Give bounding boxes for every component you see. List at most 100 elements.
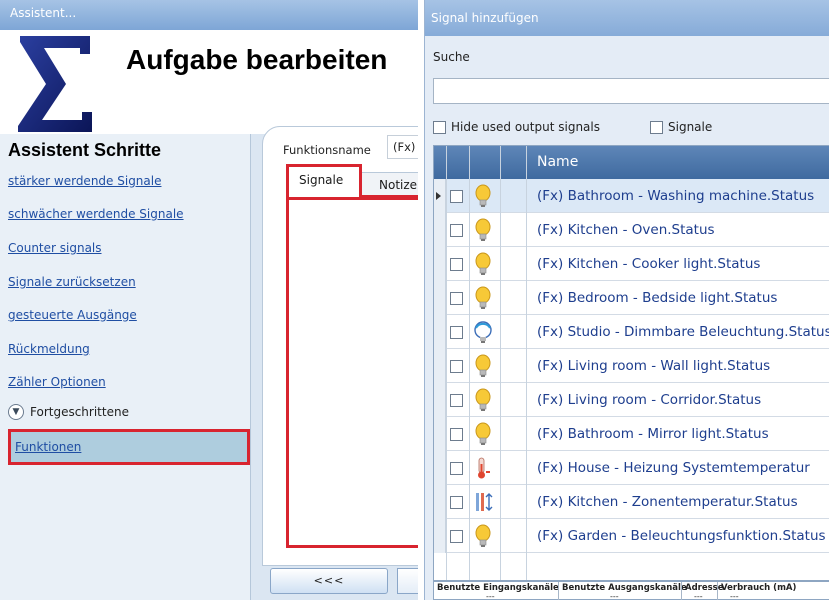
row-selector[interactable] — [434, 349, 446, 383]
row-selector[interactable] — [434, 485, 446, 519]
row-selector[interactable] — [434, 179, 446, 213]
step-link-increasing-signals[interactable]: stärker werdende Signale — [8, 174, 161, 188]
footer-separator — [681, 582, 682, 600]
tab-signale[interactable]: Signale — [286, 164, 362, 200]
signal-row[interactable]: (Fx) Living room - Corridor.Status — [434, 383, 829, 417]
signal-row[interactable]: (Fx) Garden - Beleuchtungsfunktion.Statu… — [434, 519, 829, 553]
row-checkbox[interactable] — [450, 496, 463, 509]
footer-separator — [558, 582, 559, 600]
dimmer-icon — [472, 320, 494, 344]
signal-row[interactable]: (Fx) Living room - Wall light.Status — [434, 349, 829, 383]
bulb-icon — [472, 252, 494, 276]
step-link-functions[interactable]: Funktionen — [8, 429, 250, 465]
assistant-header: Aufgabe bearbeiten — [0, 30, 418, 134]
signal-grid: Name (Fx) Bathroom - Washing machine.Sta… — [433, 145, 829, 581]
footer-header-input-channels: Benutzte Eingangskanäle — [437, 583, 559, 593]
signal-name: (Fx) Living room - Wall light.Status — [537, 358, 771, 374]
add-signal-window: Signal hinzufügen Suche Hide used output… — [424, 0, 829, 600]
signal-row[interactable]: (Fx) Kitchen - Oven.Status — [434, 213, 829, 247]
row-selector[interactable] — [434, 451, 446, 485]
assistant-window: Assistent... Aufgabe bearbeiten Assisten… — [0, 0, 418, 600]
bulb-icon — [472, 524, 494, 548]
add-signal-title: Signal hinzufügen — [431, 11, 539, 25]
footer-value-consumption: --- — [730, 592, 739, 600]
step-link-reset-signals[interactable]: Signale zurücksetzen — [8, 275, 136, 289]
back-button[interactable]: <<< — [270, 568, 388, 594]
signal-row[interactable]: (Fx) Kitchen - Zonentemperatur.Status — [434, 485, 829, 519]
signal-row[interactable]: (Fx) Studio - Dimmbare Beleuchtung.Statu… — [434, 315, 829, 349]
bulb-icon — [472, 286, 494, 310]
row-selector[interactable] — [434, 315, 446, 349]
row-checkbox[interactable] — [450, 190, 463, 203]
sigma-logo-icon — [18, 36, 92, 132]
bulb-icon — [472, 354, 494, 378]
signal-name: (Fx) Kitchen - Cooker light.Status — [537, 256, 761, 272]
row-checkbox[interactable] — [450, 462, 463, 475]
signal-name: (Fx) Bedroom - Bedside light.Status — [537, 290, 778, 306]
advanced-label: Fortgeschrittene — [30, 405, 129, 419]
signal-row[interactable]: (Fx) Bathroom - Mirror light.Status — [434, 417, 829, 451]
signal-name: (Fx) House - Heizung Systemtemperatur — [537, 460, 810, 476]
signale-filter-checkbox[interactable]: Signale — [650, 120, 712, 134]
column-separator — [500, 146, 501, 580]
row-checkbox[interactable] — [450, 326, 463, 339]
column-separator — [469, 146, 470, 580]
row-selector[interactable] — [434, 383, 446, 417]
row-checkbox[interactable] — [450, 394, 463, 407]
signal-row[interactable]: (Fx) Bathroom - Washing machine.Status — [434, 179, 829, 213]
step-link-counter-options[interactable]: Zähler Optionen — [8, 375, 106, 389]
row-checkbox[interactable] — [450, 360, 463, 373]
row-selector[interactable] — [434, 213, 446, 247]
search-input[interactable] — [433, 78, 829, 104]
signal-name: (Fx) Bathroom - Washing machine.Status — [537, 188, 815, 204]
signal-name: (Fx) Living room - Corridor.Status — [537, 392, 762, 408]
function-panel: Funktionsname (Fx) Signale Notize — [262, 126, 418, 566]
tab-notize[interactable]: Notize — [360, 172, 418, 198]
signal-row[interactable]: (Fx) House - Heizung Systemtemperatur — [434, 451, 829, 485]
row-checkbox[interactable] — [450, 224, 463, 237]
signale-filter-label: Signale — [668, 120, 713, 134]
checkbox-box[interactable] — [433, 120, 446, 134]
function-area: Funktionsname (Fx) Signale Notize — [251, 126, 418, 600]
step-link-decreasing-signals[interactable]: schwächer werdende Signale — [8, 207, 184, 221]
next-button-edge[interactable] — [397, 568, 418, 594]
step-link-counter-signals[interactable]: Counter signals — [8, 241, 102, 255]
signals-tab-content — [286, 197, 418, 548]
current-row-arrow-icon — [436, 192, 441, 200]
row-selector[interactable] — [434, 247, 446, 281]
grid-header: Name — [434, 146, 829, 179]
add-signal-title-bar: Signal hinzufügen — [425, 0, 829, 36]
row-selector[interactable] — [434, 281, 446, 315]
row-selector[interactable] — [434, 519, 446, 553]
bulb-icon — [472, 422, 494, 446]
signal-name: (Fx) Bathroom - Mirror light.Status — [537, 426, 769, 442]
row-checkbox[interactable] — [450, 530, 463, 543]
advanced-section-toggle[interactable]: ▼ Fortgeschrittene — [8, 404, 129, 420]
assistant-title-bar: Assistent... — [0, 0, 418, 30]
footer-value-output-channels: --- — [610, 592, 619, 600]
signal-name: (Fx) Studio - Dimmbare Beleuchtung.Statu… — [537, 324, 829, 340]
step-functions-label: Funktionen — [15, 440, 82, 454]
step-link-controlled-outputs[interactable]: gesteuerte Ausgänge — [8, 308, 137, 322]
row-checkbox[interactable] — [450, 258, 463, 271]
column-header-name[interactable]: Name — [537, 154, 578, 170]
function-name-input[interactable]: (Fx) — [387, 135, 418, 159]
step-link-feedback[interactable]: Rückmeldung — [8, 342, 90, 356]
signal-row[interactable]: (Fx) Bedroom - Bedside light.Status — [434, 281, 829, 315]
footer-separator — [717, 582, 718, 600]
column-separator — [526, 146, 527, 580]
row-checkbox[interactable] — [450, 292, 463, 305]
function-name-label: Funktionsname — [283, 143, 371, 157]
bulb-icon — [472, 218, 494, 242]
signal-row[interactable]: (Fx) Kitchen - Cooker light.Status — [434, 247, 829, 281]
thermometer-icon — [472, 456, 494, 480]
chevron-down-icon: ▼ — [8, 404, 24, 420]
row-selector[interactable] — [434, 417, 446, 451]
bulb-icon — [472, 388, 494, 412]
row-checkbox[interactable] — [450, 428, 463, 441]
wizard-steps-title: Assistent Schritte — [8, 140, 162, 160]
footer-value-address: --- — [694, 592, 703, 600]
footer-header-output-channels: Benutzte Ausgangskanäle — [562, 583, 687, 593]
hide-used-output-checkbox[interactable]: Hide used output signals — [433, 120, 600, 134]
checkbox-box[interactable] — [650, 120, 663, 134]
